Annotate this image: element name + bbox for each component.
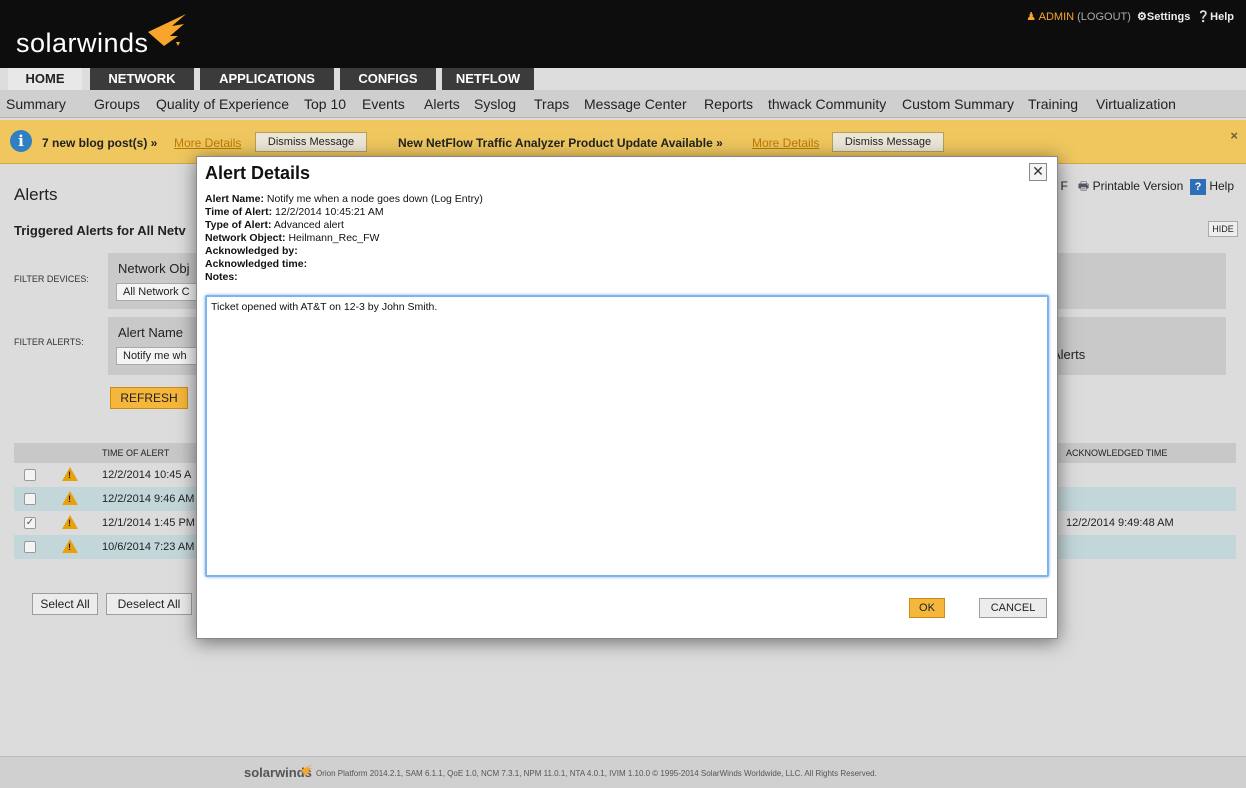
help-icon: ❔	[1196, 11, 1211, 23]
row-ack-time: 12/2/2014 9:49:48 AM	[1066, 517, 1174, 529]
blog-more-details-link[interactable]: More Details	[174, 136, 241, 150]
notes-line: Notes:	[205, 271, 238, 283]
warning-icon: !	[62, 467, 78, 481]
settings-icon: ⚙	[1137, 11, 1147, 23]
row-checkbox[interactable]	[24, 541, 36, 553]
subnav-syslog[interactable]: Syslog	[474, 96, 516, 112]
refresh-button[interactable]: REFRESH	[110, 387, 188, 409]
alert-name-value: Notify me when a node goes down (Log Ent…	[266, 193, 483, 205]
user-links: ♟ ADMIN (LOGOUT) ⚙Settings ❔Help	[1026, 10, 1234, 23]
col-acknowledged-time[interactable]: ACKNOWLEDGED TIME	[1066, 448, 1167, 458]
subnav-summary[interactable]: Summary	[6, 96, 66, 112]
solarwinds-logo[interactable]: solarwinds	[16, 28, 149, 59]
close-icon[interactable]: ✕	[1029, 163, 1047, 181]
row-time: 12/1/2014 1:45 PM	[102, 517, 195, 529]
row-checkbox[interactable]	[24, 469, 36, 481]
subnav-message-center[interactable]: Message Center	[584, 96, 687, 112]
filter-devices-label: FILTER DEVICES:	[14, 274, 89, 284]
acknowledged-time-label: Acknowledged time:	[205, 258, 308, 270]
tab-configs[interactable]: CONFIGS	[340, 68, 436, 90]
notes-textarea[interactable]: Ticket opened with AT&T on 12-3 by John …	[205, 295, 1049, 577]
network-object-label: Network Object:	[205, 232, 286, 244]
info-icon: i	[10, 130, 32, 152]
help-icon: ?	[1189, 179, 1206, 195]
type-of-alert-value: Advanced alert	[273, 219, 344, 231]
alert-name-line: Alert Name: Notify me when a node goes d…	[205, 193, 483, 205]
subnav-custom-summary[interactable]: Custom Summary	[902, 96, 1014, 112]
blog-posts-message: 7 new blog post(s) »	[42, 136, 158, 150]
printer-icon: 🖶	[1077, 179, 1090, 193]
filter-alerts-label: FILTER ALERTS:	[14, 337, 84, 347]
col-time-of-alert[interactable]: TIME OF ALERT	[102, 448, 169, 458]
export-pdf-link[interactable]: F	[1061, 179, 1068, 193]
alert-name-title: Alert Name	[118, 325, 184, 340]
deselect-all-button[interactable]: Deselect All	[106, 593, 192, 615]
sub-navigation: Summary Groups Quality of Experience Top…	[0, 90, 1246, 118]
network-object-title: Network Obj	[118, 261, 190, 276]
dialog-title: Alert Details	[205, 163, 311, 183]
acknowledged-time-line: Acknowledged time:	[205, 258, 307, 270]
solarwinds-bird-icon	[148, 14, 186, 46]
warning-icon: !	[62, 539, 78, 553]
row-time: 12/2/2014 9:46 AM	[102, 493, 195, 505]
close-icon[interactable]: ×	[1230, 128, 1238, 143]
admin-link[interactable]: ADMIN	[1039, 11, 1074, 23]
tab-home[interactable]: HOME	[8, 68, 82, 90]
ok-button[interactable]: OK	[909, 598, 945, 618]
hide-button[interactable]: HIDE	[1208, 221, 1238, 237]
footer: solarwinds Orion Platform 2014.2.1, SAM …	[0, 756, 1246, 788]
select-all-button[interactable]: Select All	[32, 593, 98, 615]
type-of-alert-line: Type of Alert: Advanced alert	[205, 219, 344, 231]
alert-name-label: Alert Name:	[205, 193, 264, 205]
row-time: 10/6/2014 7:23 AM	[102, 541, 195, 553]
footer-copyright: Orion Platform 2014.2.1, SAM 6.1.1, QoE …	[316, 769, 877, 778]
help-link[interactable]: Help	[1210, 11, 1234, 23]
section-title: Triggered Alerts for All Netv	[14, 223, 186, 238]
page-actions: F 🖶 Printable Version ? Help	[1061, 177, 1234, 198]
netflow-more-details-link[interactable]: More Details	[752, 136, 819, 150]
row-time: 12/2/2014 10:45 A	[102, 469, 192, 481]
warning-icon: !	[62, 515, 78, 529]
user-icon: ♟	[1026, 11, 1037, 23]
top-header: solarwinds ♟ ADMIN (LOGOUT) ⚙Settings ❔H…	[0, 0, 1246, 68]
logout-link[interactable]: (LOGOUT)	[1077, 11, 1131, 23]
dismiss-netflow-button[interactable]: Dismiss Message	[832, 132, 944, 152]
subnav-alerts[interactable]: Alerts	[424, 96, 460, 112]
footer-bird-icon	[301, 764, 313, 776]
tab-netflow[interactable]: NETFLOW	[442, 68, 534, 90]
network-object-line: Network Object: Heilmann_Rec_FW	[205, 232, 379, 244]
notes-label: Notes:	[205, 271, 238, 283]
printable-version-link[interactable]: Printable Version	[1093, 179, 1184, 193]
subnav-quality-of-experience[interactable]: Quality of Experience	[156, 96, 289, 112]
dismiss-blog-button[interactable]: Dismiss Message	[255, 132, 367, 152]
subnav-groups[interactable]: Groups	[94, 96, 140, 112]
acknowledged-by-line: Acknowledged by:	[205, 245, 298, 257]
type-of-alert-label: Type of Alert:	[205, 219, 272, 231]
time-of-alert-value: 12/2/2014 10:45:21 AM	[275, 206, 384, 218]
subnav-thwack-community[interactable]: thwack Community	[768, 96, 886, 112]
netflow-update-message: New NetFlow Traffic Analyzer Product Upd…	[398, 136, 723, 150]
subnav-traps[interactable]: Traps	[534, 96, 569, 112]
subnav-virtualization[interactable]: Virtualization	[1096, 96, 1176, 112]
time-of-alert-line: Time of Alert: 12/2/2014 10:45:21 AM	[205, 206, 384, 218]
acknowledged-by-label: Acknowledged by:	[205, 245, 298, 257]
subnav-training[interactable]: Training	[1028, 96, 1078, 112]
tab-network[interactable]: NETWORK	[90, 68, 194, 90]
settings-link[interactable]: Settings	[1147, 11, 1190, 23]
time-of-alert-label: Time of Alert:	[205, 206, 273, 218]
subnav-events[interactable]: Events	[362, 96, 405, 112]
tab-applications[interactable]: APPLICATIONS	[200, 68, 334, 90]
network-object-value: Heilmann_Rec_FW	[288, 232, 380, 244]
row-checkbox[interactable]	[24, 493, 36, 505]
help-link[interactable]: Help	[1209, 179, 1234, 193]
page-title: Alerts	[14, 185, 58, 204]
warning-icon: !	[62, 491, 78, 505]
subnav-top10[interactable]: Top 10	[304, 96, 346, 112]
subnav-reports[interactable]: Reports	[704, 96, 753, 112]
cancel-button[interactable]: CANCEL	[979, 598, 1047, 618]
alert-details-dialog: Alert Details ✕ Alert Name: Notify me wh…	[196, 156, 1058, 639]
row-checkbox-checked[interactable]: ✓	[24, 517, 36, 529]
